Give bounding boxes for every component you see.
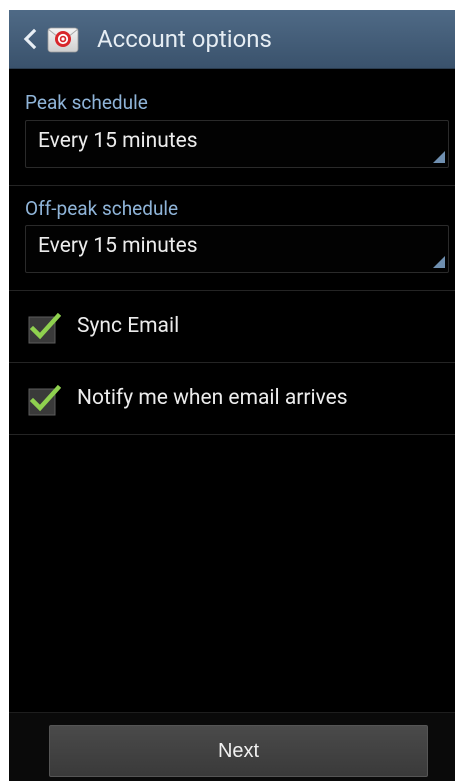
sync-email-row[interactable]: Sync Email — [9, 291, 455, 361]
divider — [9, 185, 455, 186]
peak-schedule-label: Peak schedule — [25, 91, 148, 114]
notify-email-checkbox[interactable] — [27, 383, 61, 417]
bottom-bar: Next — [9, 712, 455, 781]
offpeak-schedule-dropdown[interactable]: Every 15 minutes — [25, 225, 449, 273]
next-button[interactable]: Next — [49, 725, 428, 777]
sync-email-checkbox[interactable] — [27, 311, 61, 345]
notify-email-label: Notify me when email arrives — [77, 386, 348, 410]
page-title: Account options — [97, 25, 272, 53]
offpeak-schedule-label: Off-peak schedule — [25, 197, 179, 220]
screen: Account options Peak schedule Every 15 m… — [9, 10, 455, 781]
chevron-left-icon[interactable] — [19, 27, 41, 51]
dropdown-corner-icon — [433, 256, 445, 268]
sync-email-label: Sync Email — [77, 314, 180, 338]
peak-schedule-value: Every 15 minutes — [38, 129, 198, 153]
notify-email-row[interactable]: Notify me when email arrives — [9, 363, 455, 433]
action-bar: Account options — [9, 10, 455, 69]
peak-schedule-dropdown[interactable]: Every 15 minutes — [25, 120, 449, 168]
dropdown-corner-icon — [433, 151, 445, 163]
email-app-icon — [47, 27, 79, 53]
offpeak-schedule-value: Every 15 minutes — [38, 234, 198, 258]
divider — [9, 434, 455, 435]
